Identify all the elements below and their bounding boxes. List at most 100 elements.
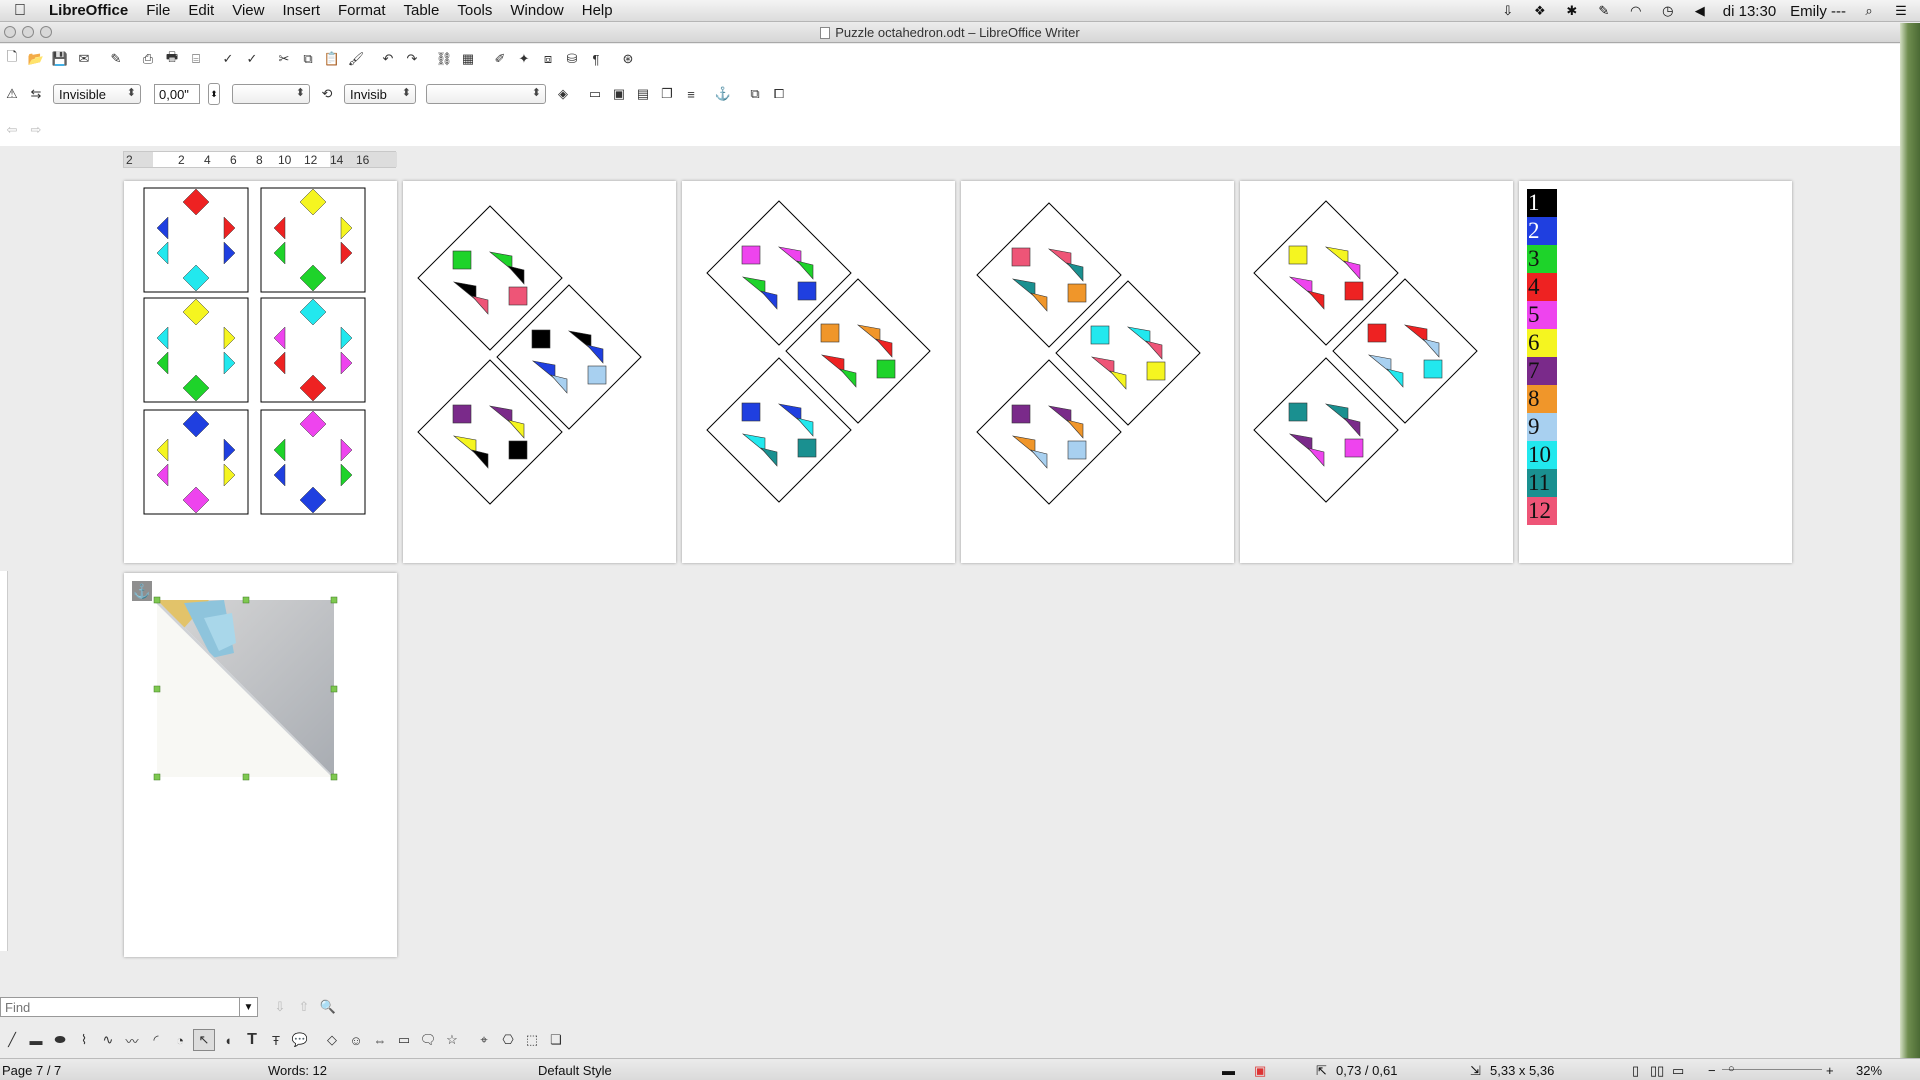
hyperlink-icon[interactable]: ⛓ bbox=[433, 48, 455, 70]
find-dropdown-icon[interactable]: ▼ bbox=[240, 997, 258, 1017]
menu-help[interactable]: Help bbox=[573, 2, 622, 19]
navigator-icon[interactable]: ✦ bbox=[513, 48, 535, 70]
export-pdf-icon[interactable]: ⎙ bbox=[137, 48, 159, 70]
apple-icon[interactable]:  bbox=[0, 2, 40, 20]
horizontal-ruler[interactable]: 2 2 4 6 8 10 12 14 16 bbox=[123, 151, 397, 168]
menubar-clock[interactable]: di 13:30 bbox=[1723, 3, 1776, 20]
find-previous-icon[interactable]: ⇧ bbox=[293, 996, 315, 1018]
document-area[interactable]: 2 2 4 6 8 10 12 14 16 1 2 3 4 5 6 7 8 9 … bbox=[0, 146, 1900, 988]
zoom-in-icon[interactable]: + bbox=[1826, 1063, 1834, 1078]
find-replace-icon[interactable]: 🔍 bbox=[317, 996, 339, 1018]
menu-edit[interactable]: Edit bbox=[179, 2, 223, 19]
multi-page-view-icon[interactable]: ▯▯ bbox=[1650, 1063, 1664, 1079]
area-fill-icon[interactable]: ◈ bbox=[552, 83, 574, 105]
vertical-text-tool-icon[interactable]: Ŧ bbox=[265, 1029, 287, 1051]
page-2[interactable] bbox=[403, 181, 676, 563]
menu-insert[interactable]: Insert bbox=[273, 2, 329, 19]
anchor-icon[interactable]: ⚓ bbox=[132, 581, 152, 601]
open-icon[interactable]: 📂 bbox=[25, 48, 47, 70]
page-3[interactable] bbox=[682, 181, 955, 563]
menubar-user[interactable]: Emily --- bbox=[1790, 3, 1846, 20]
points-icon[interactable]: ⌖ bbox=[473, 1029, 495, 1051]
border-arrows-icon[interactable]: ⇆ bbox=[25, 83, 47, 105]
status-page[interactable]: Page 7 / 7 bbox=[2, 1063, 61, 1078]
help-icon[interactable]: ⊛ bbox=[617, 48, 639, 70]
autospell-icon[interactable]: ✓ bbox=[241, 48, 263, 70]
rectangle-tool-icon[interactable]: ▬ bbox=[25, 1029, 47, 1051]
shadow-color-select[interactable] bbox=[426, 84, 546, 104]
save-icon[interactable]: 💾 bbox=[49, 48, 71, 70]
email-icon[interactable]: ✉ bbox=[73, 48, 95, 70]
menu-tools[interactable]: Tools bbox=[448, 2, 501, 19]
menu-app[interactable]: LibreOffice bbox=[40, 2, 137, 19]
page-4[interactable] bbox=[961, 181, 1234, 563]
new-document-icon[interactable]: 🗋 bbox=[1, 48, 23, 70]
find-next-icon[interactable]: ⇩ bbox=[269, 996, 291, 1018]
page-6[interactable]: 1 2 3 4 5 6 7 8 9 10 11 12 bbox=[1519, 181, 1792, 563]
unlink-frames-icon[interactable]: ⧠ bbox=[768, 83, 790, 105]
pen-icon[interactable]: ✎ bbox=[1595, 4, 1613, 18]
cut-icon[interactable]: ✂ bbox=[273, 48, 295, 70]
border-width-input[interactable]: 0,00" bbox=[154, 84, 200, 104]
zoom-window-button[interactable] bbox=[40, 26, 52, 38]
callout-tool-icon[interactable]: 💬 bbox=[289, 1029, 311, 1051]
menu-table[interactable]: Table bbox=[395, 2, 449, 19]
ellipse-pie-tool-icon[interactable]: ◔ bbox=[169, 1029, 191, 1051]
shadow-style-select[interactable]: Invisib bbox=[344, 84, 416, 104]
status-words[interactable]: Words: 12 bbox=[268, 1063, 327, 1078]
clone-formatting-icon[interactable]: 🖌 bbox=[345, 48, 367, 70]
wrap-off-icon[interactable]: ▭ bbox=[584, 83, 606, 105]
arrange-icon[interactable]: ❐ bbox=[656, 83, 678, 105]
gallery-icon[interactable]: ⧈ bbox=[537, 48, 559, 70]
minimize-window-button[interactable] bbox=[22, 26, 34, 38]
flowchart-icon[interactable]: ▭ bbox=[393, 1029, 415, 1051]
book-view-icon[interactable]: ▭ bbox=[1672, 1063, 1684, 1079]
ellipse-tool-icon[interactable]: ⬬ bbox=[49, 1029, 71, 1051]
fontwork-icon[interactable]: ⎔ bbox=[497, 1029, 519, 1051]
show-draw-functions-icon[interactable]: ✐ bbox=[489, 48, 511, 70]
volume-icon[interactable]: ◀ bbox=[1691, 4, 1709, 18]
status-zoom[interactable]: 32% bbox=[1856, 1063, 1882, 1078]
back-arrow-icon[interactable]: ⇦ bbox=[1, 119, 23, 141]
zoom-slider[interactable] bbox=[1722, 1069, 1822, 1070]
line-tool-icon[interactable]: ╱ bbox=[1, 1029, 23, 1051]
table-icon[interactable]: ▦ bbox=[457, 48, 479, 70]
print-preview-icon[interactable]: ⌸ bbox=[185, 48, 207, 70]
notification-list-icon[interactable]: ☰ bbox=[1892, 4, 1910, 18]
print-icon[interactable]: 🖶 bbox=[161, 48, 183, 70]
wifi-icon[interactable]: ◠ bbox=[1627, 4, 1645, 18]
select-tool-icon[interactable]: ↖ bbox=[193, 1029, 215, 1051]
menu-view[interactable]: View bbox=[223, 2, 273, 19]
border-width-spinner[interactable]: ⬍ bbox=[208, 83, 220, 105]
line-color-icon[interactable]: ⟲ bbox=[316, 83, 338, 105]
zoom-slider-handle[interactable]: ○ bbox=[1728, 1063, 1735, 1075]
dropbox-icon[interactable]: ❖ bbox=[1531, 4, 1549, 18]
copy-icon[interactable]: ⧉ bbox=[297, 48, 319, 70]
spotlight-search-icon[interactable]: ⌕ bbox=[1860, 4, 1878, 18]
undo-icon[interactable]: ↶ bbox=[377, 48, 399, 70]
single-page-view-icon[interactable]: ▯ bbox=[1632, 1063, 1639, 1079]
download-icon[interactable]: ⇩ bbox=[1499, 4, 1517, 18]
selected-image[interactable] bbox=[124, 573, 397, 957]
page-5[interactable] bbox=[1240, 181, 1513, 563]
vertical-ruler[interactable] bbox=[0, 571, 8, 951]
toggle-extrusion-icon[interactable]: ⬚ bbox=[521, 1029, 543, 1051]
symbol-shapes-icon[interactable]: ☺ bbox=[345, 1029, 367, 1051]
basic-shapes-icon[interactable]: ◇ bbox=[321, 1029, 343, 1051]
curve-tool-icon[interactable]: ∿ bbox=[97, 1029, 119, 1051]
menu-format[interactable]: Format bbox=[329, 2, 395, 19]
text-tool-icon[interactable]: T bbox=[241, 1029, 263, 1051]
find-input[interactable] bbox=[0, 997, 240, 1017]
freeform-tool-icon[interactable]: 〰 bbox=[121, 1029, 143, 1051]
edit-mode-icon[interactable]: ✎ bbox=[105, 48, 127, 70]
selection-mode-icon[interactable]: ▬ bbox=[1222, 1063, 1235, 1078]
data-sources-icon[interactable]: ⛁ bbox=[561, 48, 583, 70]
stars-icon[interactable]: ☆ bbox=[441, 1029, 463, 1051]
wrap-optimal-icon[interactable]: ▤ bbox=[632, 83, 654, 105]
close-window-button[interactable] bbox=[4, 26, 16, 38]
anchor-icon[interactable]: ⚓ bbox=[712, 83, 734, 105]
circle-segment-tool-icon[interactable]: ◖ bbox=[217, 1029, 239, 1051]
formatting-marks-icon[interactable]: ¶ bbox=[585, 48, 607, 70]
bluetooth-icon[interactable]: ✱ bbox=[1563, 4, 1581, 18]
zoom-out-icon[interactable]: − bbox=[1708, 1063, 1716, 1078]
